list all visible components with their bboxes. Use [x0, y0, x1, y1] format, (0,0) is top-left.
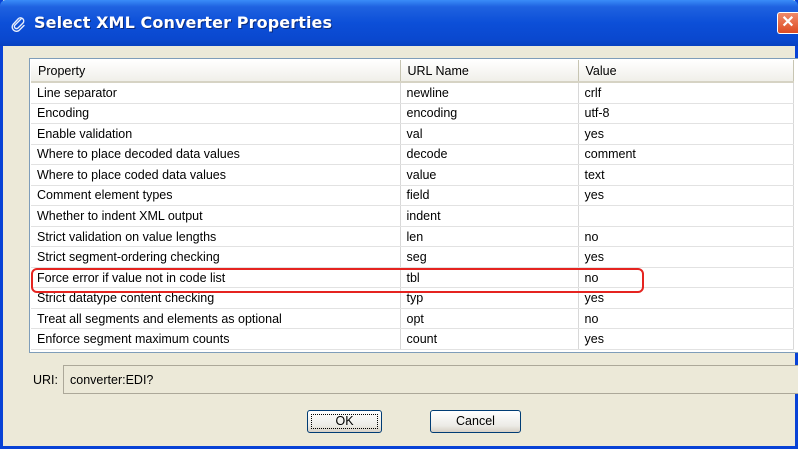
cell-property[interactable]: Treat all segments and elements as optio…: [31, 308, 401, 330]
cell-property[interactable]: Comment element types: [31, 185, 401, 207]
table-row[interactable]: Line separator newline crlf: [31, 82, 794, 104]
cell-value[interactable]: [578, 205, 794, 227]
cell-property[interactable]: Encoding: [31, 103, 401, 125]
table-row[interactable]: Enable validation val yes: [31, 123, 794, 145]
cell-url[interactable]: opt: [400, 308, 579, 330]
cell-value[interactable]: yes: [578, 246, 794, 268]
title-bar[interactable]: Select XML Converter Properties ✕: [0, 0, 798, 46]
cancel-button[interactable]: Cancel: [430, 410, 521, 433]
cell-property[interactable]: Line separator: [31, 82, 401, 104]
close-icon: ✕: [781, 14, 795, 31]
properties-table-frame: Property URL Name Value Line separator ne…: [29, 58, 798, 353]
close-button[interactable]: ✕: [777, 12, 798, 34]
cell-url[interactable]: len: [400, 226, 579, 248]
properties-table: Property URL Name Value Line separator ne…: [31, 60, 794, 350]
uri-label: URI:: [33, 373, 58, 387]
cell-url[interactable]: value: [400, 164, 579, 186]
paperclip-icon: [11, 17, 25, 32]
cell-url[interactable]: indent: [400, 205, 579, 227]
cell-property[interactable]: Strict segment-ordering checking: [31, 246, 401, 268]
table-header-row: Property URL Name Value: [31, 60, 794, 83]
cell-property[interactable]: Strict validation on value lengths: [31, 226, 401, 248]
table-row[interactable]: Enforce segment maximum counts count yes: [31, 328, 794, 350]
cell-property[interactable]: Enforce segment maximum counts: [31, 328, 401, 350]
window-title: Select XML Converter Properties: [34, 13, 333, 32]
cell-property[interactable]: Whether to indent XML output: [31, 205, 401, 227]
cell-url[interactable]: encoding: [400, 103, 579, 125]
cell-value[interactable]: yes: [578, 185, 794, 207]
cell-url[interactable]: field: [400, 185, 579, 207]
table-row[interactable]: Strict segment-ordering checking seg yes: [31, 246, 794, 268]
table-row[interactable]: Where to place decoded data values decode…: [31, 144, 794, 166]
cell-value[interactable]: text: [578, 164, 794, 186]
cell-property[interactable]: Enable validation: [31, 123, 401, 145]
cell-url[interactable]: decode: [400, 144, 579, 166]
cell-value[interactable]: no: [578, 267, 794, 289]
cell-property[interactable]: Strict datatype content checking: [31, 287, 401, 309]
table-row[interactable]: Whether to indent XML output indent: [31, 205, 794, 227]
dialog-window: Select XML Converter Properties ✕ Proper…: [0, 0, 798, 449]
ok-button[interactable]: OK: [307, 410, 382, 433]
column-header-value[interactable]: Value: [578, 60, 794, 83]
focus-rectangle: [311, 414, 378, 429]
cell-property[interactable]: Where to place coded data values: [31, 164, 401, 186]
cell-url[interactable]: seg: [400, 246, 579, 268]
cell-value[interactable]: yes: [578, 123, 794, 145]
table-row[interactable]: Strict validation on value lengths len no: [31, 226, 794, 248]
cell-url[interactable]: typ: [400, 287, 579, 309]
table-row[interactable]: Encoding encoding utf-8: [31, 103, 794, 125]
uri-field[interactable]: converter:EDI?: [63, 365, 798, 394]
cell-url[interactable]: newline: [400, 82, 579, 104]
table-row[interactable]: Strict datatype content checking typ yes: [31, 287, 794, 309]
table-row[interactable]: Force error if value not in code list tbl…: [31, 267, 794, 289]
column-header-property[interactable]: Property: [31, 60, 401, 83]
table-row[interactable]: Where to place coded data values value tex…: [31, 164, 794, 186]
table-row[interactable]: Treat all segments and elements as optio…: [31, 308, 794, 330]
cell-value[interactable]: no: [578, 308, 794, 330]
cancel-button-label: Cancel: [456, 414, 495, 428]
cell-property[interactable]: Force error if value not in code list: [31, 267, 401, 289]
cell-url[interactable]: count: [400, 328, 579, 350]
cell-url[interactable]: tbl: [400, 267, 579, 289]
cell-value[interactable]: utf-8: [578, 103, 794, 125]
column-header-url-name[interactable]: URL Name: [400, 60, 579, 83]
cell-value[interactable]: no: [578, 226, 794, 248]
cell-value[interactable]: crlf: [578, 82, 794, 104]
cell-value[interactable]: yes: [578, 328, 794, 350]
cell-value[interactable]: yes: [578, 287, 794, 309]
cell-value[interactable]: comment: [578, 144, 794, 166]
table-row[interactable]: Comment element types field yes: [31, 185, 794, 207]
cell-property[interactable]: Where to place decoded data values: [31, 144, 401, 166]
cell-url[interactable]: val: [400, 123, 579, 145]
